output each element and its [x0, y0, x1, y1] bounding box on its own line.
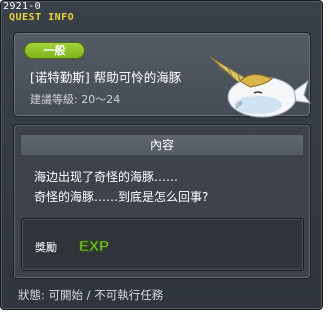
window-title: QUEST INFO: [9, 12, 75, 23]
category-badge: 一般: [24, 42, 85, 59]
quest-header-panel: 一般 [诺特勤斯] 帮助可怜的海豚 建議等級: 20〜24: [13, 32, 312, 118]
recommended-level: 建議等級: 20〜24: [30, 93, 121, 106]
narwhal-icon: [209, 56, 312, 118]
exp-label: EXP: [79, 238, 109, 254]
description-line: 奇怪的海豚……到底是怎么回事?: [34, 190, 209, 204]
reward-label: 獎勵: [35, 241, 57, 254]
quest-id: 2921-0: [3, 1, 41, 12]
quest-info-window: 2921-0 QUEST INFO 一般 [诺特勤斯] 帮助可怜的海豚 建議等級…: [0, 0, 323, 310]
reward-box: 獎勵 EXP: [21, 218, 304, 271]
exp-icon: EXP: [79, 238, 110, 255]
quest-content-panel: 內容 海边出现了奇怪的海豚…… 奇怪的海豚……到底是怎么回事? 獎勵 EXP: [13, 124, 311, 279]
quest-name: [诺特勤斯] 帮助可怜的海豚: [30, 70, 182, 85]
quest-status: 狀態: 可開始 / 不可執行任務: [18, 288, 164, 302]
content-heading: 內容: [21, 135, 303, 155]
description-line: 海边出现了奇怪的海豚……: [34, 170, 179, 184]
